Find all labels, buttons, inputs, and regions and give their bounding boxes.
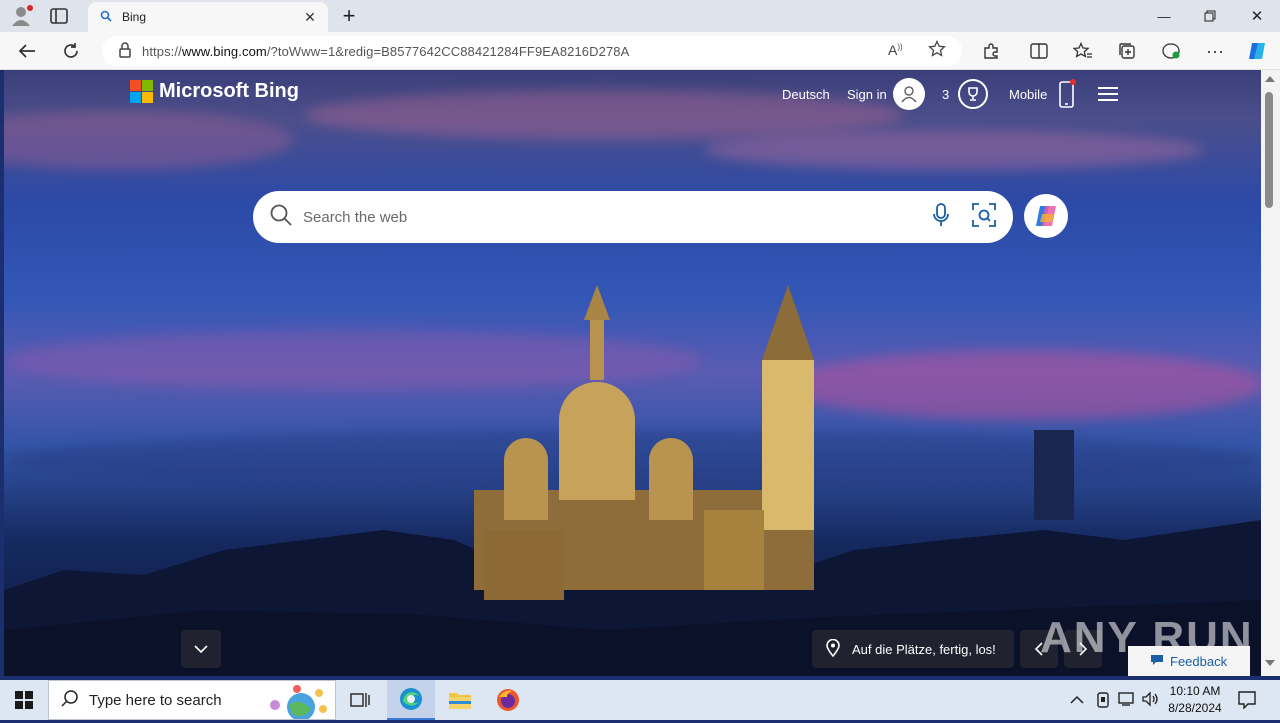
close-tab-icon[interactable]: ✕ (300, 9, 320, 26)
caption-text: Auf die Plätze, fertig, los! (852, 641, 996, 657)
microsoft-bing-logo[interactable]: Microsoft Bing (130, 80, 299, 103)
chevron-down-icon (194, 645, 208, 654)
feedback-icon (1150, 654, 1164, 669)
mobile-phone-icon[interactable] (1058, 79, 1076, 109)
restore-icon[interactable] (1187, 0, 1233, 32)
search-input[interactable]: Search the web (303, 209, 933, 226)
taskbar-search-input[interactable]: Type here to search (89, 692, 222, 709)
search-icon (269, 203, 293, 232)
system-clock[interactable]: 10:10 AM 8/28/2024 (1164, 683, 1226, 717)
search-box[interactable]: Search the web (253, 191, 1013, 243)
firefox-icon[interactable] (484, 680, 532, 720)
favorite-star-icon[interactable] (928, 39, 946, 61)
taskbar-search-icon (61, 689, 79, 711)
sign-in-link[interactable]: Sign in (847, 87, 887, 102)
read-aloud-icon[interactable]: A)) (888, 42, 903, 58)
mobile-link[interactable]: Mobile (1009, 87, 1047, 102)
feedback-button[interactable]: Feedback (1128, 646, 1250, 676)
refresh-icon[interactable] (56, 36, 86, 66)
brand-name: Microsoft Bing (159, 80, 299, 102)
location-pin-icon (826, 638, 840, 660)
microphone-icon[interactable] (933, 202, 949, 233)
feedback-label: Feedback (1170, 653, 1228, 669)
url-text: https://www.bing.com/?toWww=1&redig=B857… (142, 43, 630, 59)
windows-taskbar: Type here to search 10:10 AM 8/28/2024 (0, 680, 1280, 723)
clock-time: 10:10 AM (1169, 684, 1221, 698)
more-menu-icon[interactable]: ··· (1200, 36, 1230, 66)
scroll-up-icon[interactable] (1265, 76, 1275, 82)
collections-icon[interactable] (1112, 36, 1142, 66)
tab-bing[interactable]: Bing ✕ (88, 2, 328, 32)
tab-title: Bing (122, 10, 147, 24)
volume-icon[interactable] (1142, 691, 1160, 712)
rewards-trophy-icon[interactable] (958, 79, 988, 109)
hamburger-menu-icon[interactable] (1098, 86, 1120, 102)
scrollbar-thumb[interactable] (1265, 92, 1273, 208)
microsoft-logo-icon (130, 80, 153, 103)
windows-start-icon[interactable] (0, 680, 48, 720)
tab-actions-icon[interactable] (50, 8, 68, 24)
user-avatar-icon[interactable] (893, 78, 925, 110)
close-window-icon[interactable]: ✕ (1234, 0, 1280, 32)
browser-essentials-icon[interactable] (1156, 36, 1186, 66)
browser-titlebar: Bing ✕ + — ✕ (0, 0, 1280, 32)
device-icon[interactable] (1096, 691, 1110, 714)
favorites-icon[interactable] (1068, 36, 1098, 66)
background-image (4, 70, 1261, 676)
new-tab-icon[interactable]: + (338, 4, 360, 28)
rewards-count[interactable]: 3 (942, 87, 949, 102)
extensions-icon[interactable] (976, 36, 1006, 66)
show-hidden-icons-chevron-icon[interactable] (1070, 692, 1084, 710)
edge-taskbar-icon[interactable] (387, 680, 435, 720)
bing-homepage: Microsoft Bing Deutsch Sign in 3 Mobile … (4, 70, 1261, 676)
expand-feed-button[interactable] (181, 630, 221, 668)
bing-search-icon (100, 10, 112, 25)
notification-center-icon[interactable] (1238, 691, 1256, 714)
minimize-icon[interactable]: — (1141, 0, 1187, 32)
file-explorer-icon[interactable] (436, 680, 484, 720)
profile-icon[interactable] (8, 4, 34, 28)
browser-navbar: https://www.bing.com/?toWww=1&redig=B857… (0, 32, 1280, 70)
image-caption[interactable]: Auf die Plätze, fertig, los! (812, 630, 1014, 668)
search-highlight-icon (263, 683, 333, 723)
copilot-icon (1036, 206, 1056, 226)
page-scrollbar[interactable] (1261, 70, 1280, 676)
copilot-sidebar-icon[interactable] (1242, 36, 1272, 66)
back-icon[interactable] (12, 36, 42, 66)
network-icon[interactable] (1118, 691, 1136, 712)
taskbar-search[interactable]: Type here to search (48, 680, 336, 723)
address-bar[interactable]: https://www.bing.com/?toWww=1&redig=B857… (102, 36, 962, 66)
clock-date: 8/28/2024 (1168, 701, 1222, 715)
scroll-down-icon[interactable] (1265, 660, 1275, 666)
language-link[interactable]: Deutsch (782, 87, 830, 102)
copilot-button[interactable] (1024, 194, 1068, 238)
split-screen-icon[interactable] (1024, 36, 1054, 66)
task-view-icon[interactable] (336, 680, 384, 720)
visual-search-icon[interactable] (971, 202, 997, 233)
lock-icon[interactable] (118, 41, 132, 61)
